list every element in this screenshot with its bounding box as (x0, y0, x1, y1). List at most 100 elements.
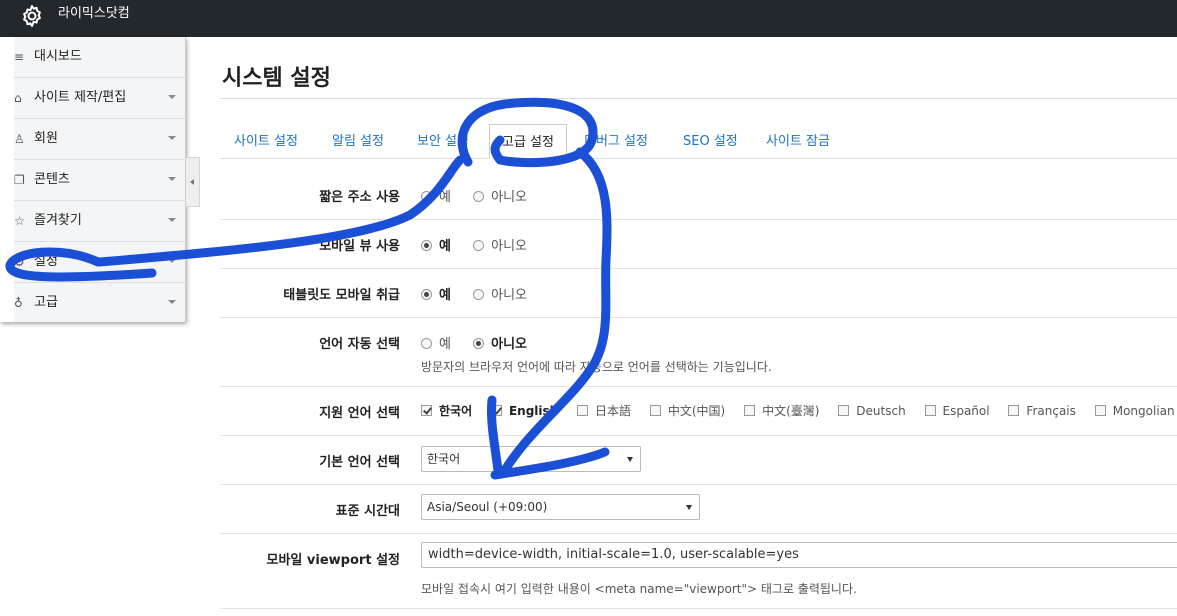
radio-button[interactable] (421, 338, 432, 349)
select-value: 한국어 (427, 452, 461, 466)
radio-button[interactable] (473, 240, 485, 251)
viewport-input[interactable]: width=device-width, initial-scale=1.0, u… (421, 542, 1177, 568)
tab-debug-settings[interactable]: 디버그 설정 (584, 124, 648, 159)
tablet-mobile-yes[interactable]: 예 (421, 284, 451, 303)
auto-language-help: 방문자의 브라우저 언어에 따라 자동으로 언어를 선택하는 기능입니다. (421, 360, 772, 374)
checkbox[interactable] (924, 405, 936, 416)
chevron-down-icon (168, 95, 176, 99)
tab-notification-settings[interactable]: 알림 설정 (332, 124, 384, 159)
tablet-mobile-row: 태블릿도 모바일 취급 예 아니오 (220, 269, 1177, 318)
tab-advanced-settings[interactable]: 고급 설정 (489, 124, 567, 159)
mobile-view-label: 모바일 뷰 사용 (319, 239, 400, 254)
checkbox[interactable] (838, 405, 850, 416)
tab-seo-settings[interactable]: SEO 설정 (683, 124, 738, 159)
auto-language-label: 언어 자동 선택 (319, 337, 400, 352)
option-label: 예 (439, 337, 451, 352)
lang-german[interactable]: Deutsch (838, 404, 906, 418)
mobile-view-yes[interactable]: 예 (421, 235, 451, 254)
short-url-yes[interactable]: 예 (421, 186, 451, 205)
tablet-mobile-no[interactable]: 아니오 (473, 284, 527, 303)
tab-site-lock[interactable]: 사이트 잠금 (766, 124, 830, 159)
short-url-no[interactable]: 아니오 (473, 186, 527, 205)
auto-language-yes[interactable]: 예 (421, 333, 451, 352)
option-label: Français (1026, 404, 1076, 418)
gear-icon[interactable] (20, 4, 44, 28)
chevron-down-icon (686, 505, 692, 510)
default-language-label: 기본 언어 선택 (319, 455, 400, 470)
lang-english[interactable]: English (490, 404, 559, 418)
radio-button[interactable] (421, 191, 432, 202)
sidebar-item-favorites[interactable]: ☆ 즐겨찾기 (14, 201, 186, 242)
option-label: Deutsch (856, 404, 906, 418)
viewport-label: 모바일 viewport 설정 (266, 553, 400, 568)
site-brand[interactable]: 라이믹스닷컴 (58, 0, 130, 28)
option-label: 아니오 (491, 288, 527, 303)
chevron-down-icon (168, 177, 176, 181)
chevron-down-icon (627, 457, 633, 462)
mobile-view-row: 모바일 뷰 사용 예 아니오 (220, 220, 1177, 269)
option-label: 예 (439, 239, 451, 254)
checkbox[interactable] (1008, 405, 1020, 416)
sidebar-item-dashboard[interactable]: ≡ 대시보드 (14, 37, 186, 78)
supported-languages-row: 지원 언어 선택 한국어 English 日本語 中文(中国) 中文(臺灣) D… (220, 387, 1177, 436)
title-divider (220, 98, 1177, 99)
sidebar-item-label: 사이트 제작/편집 (34, 90, 127, 105)
checkbox[interactable] (421, 405, 432, 416)
menu-icon: ≡ (14, 50, 25, 64)
option-label: Mongolian (1112, 404, 1175, 418)
option-label: English (508, 404, 559, 418)
sidebar-item-label: 대시보드 (34, 49, 82, 64)
checkbox[interactable] (744, 405, 756, 416)
option-label: 中文(中国) (667, 404, 726, 418)
checkbox[interactable] (577, 405, 589, 416)
radio-button[interactable] (421, 289, 432, 300)
admin-top-bar: 라이믹스닷컴 (0, 0, 1177, 37)
radio-button[interactable] (473, 289, 485, 300)
settings-tabs: 사이트 설정 알림 설정 보안 설정 고급 설정 디버그 설정 SEO 설정 사… (220, 124, 1177, 159)
mobile-view-no[interactable]: 아니오 (473, 235, 527, 254)
sidebar-item-label: 즐겨찾기 (34, 213, 82, 228)
tab-site-settings[interactable]: 사이트 설정 (234, 124, 298, 159)
lang-spanish[interactable]: Español (924, 404, 990, 418)
auto-language-row: 언어 자동 선택 예 아니오 방문자의 브라우저 언어에 따라 자동으로 언어를… (220, 318, 1177, 387)
default-language-select[interactable]: 한국어 (421, 446, 641, 472)
lang-japanese[interactable]: 日本語 (577, 402, 631, 419)
radio-button[interactable] (473, 338, 485, 349)
lang-mongolian[interactable]: Mongolian (1094, 404, 1175, 418)
chevron-down-icon (168, 300, 176, 304)
sidebar-collapse-button[interactable] (186, 157, 200, 207)
option-label: 中文(臺灣) (762, 404, 820, 418)
chevron-down-icon (168, 218, 176, 222)
radio-button[interactable] (473, 191, 485, 202)
lang-chinese-tw[interactable]: 中文(臺灣) (744, 402, 819, 419)
page-title: 시스템 설정 (222, 66, 331, 91)
viewport-help: 모바일 접속시 여기 입력한 내용이 <meta name="viewport"… (421, 582, 857, 596)
bulb-icon: ♁ (14, 296, 23, 310)
lang-chinese-cn[interactable]: 中文(中国) (649, 402, 726, 419)
lang-korean[interactable]: 한국어 (421, 402, 472, 419)
checkbox[interactable] (490, 405, 502, 416)
option-label: 아니오 (491, 190, 527, 205)
sidebar-item-members[interactable]: ♙ 회원 (14, 119, 186, 160)
timezone-select[interactable]: Asia/Seoul (+09:00) (421, 494, 700, 520)
timezone-row: 표준 시간대 Asia/Seoul (+09:00) (220, 485, 1177, 534)
sidebar-item-label: 회원 (34, 131, 58, 146)
lang-french[interactable]: Français (1008, 404, 1076, 418)
radio-button[interactable] (421, 240, 432, 251)
sidebar-item-label: 콘텐츠 (34, 172, 70, 187)
short-url-label: 짧은 주소 사용 (319, 190, 400, 205)
option-label: 日本語 (595, 404, 632, 418)
sidebar-item-settings[interactable]: ⚙ 설정 (14, 242, 186, 283)
checkbox[interactable] (649, 405, 661, 416)
sidebar-item-site-design[interactable]: ⌂ 사이트 제작/편집 (14, 78, 186, 119)
option-label: Español (942, 404, 990, 418)
copy-icon: ❐ (14, 173, 25, 187)
tablet-mobile-label: 태블릿도 모바일 취급 (283, 288, 400, 303)
sidebar-item-advanced[interactable]: ♁ 고급 (14, 283, 186, 324)
gear-icon: ⚙ (14, 255, 25, 269)
star-icon: ☆ (14, 214, 25, 228)
sidebar-item-contents[interactable]: ❐ 콘텐츠 (14, 160, 186, 201)
checkbox[interactable] (1094, 405, 1106, 416)
auto-language-no[interactable]: 아니오 (473, 333, 527, 352)
tab-security-settings[interactable]: 보안 설정 (417, 124, 469, 159)
